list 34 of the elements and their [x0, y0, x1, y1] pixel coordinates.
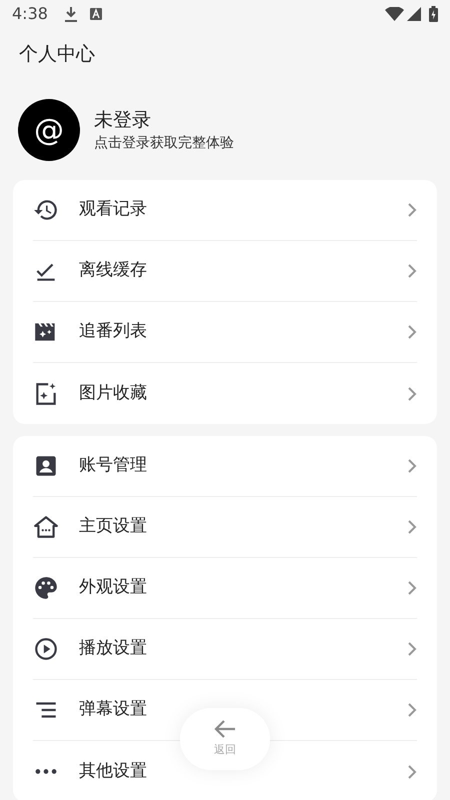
page-title: 个人中心 [19, 42, 95, 67]
notification-icon [90, 8, 102, 20]
wifi-icon [385, 7, 404, 21]
more-icon [35, 769, 57, 774]
back-arrow-icon [214, 719, 236, 740]
signal-icon [407, 7, 421, 21]
login-hint: 点击登录获取完整体验 [94, 134, 234, 153]
menu-label[interactable]: 账号管理 [79, 453, 407, 479]
home-icon [33, 514, 59, 540]
chevron-right-icon [407, 458, 417, 474]
chevron-right-icon [407, 263, 417, 279]
play-circle-icon [33, 636, 59, 662]
menu-label[interactable]: 播放设置 [79, 636, 407, 662]
menu-label[interactable]: 离线缓存 [79, 258, 407, 284]
chevron-right-icon [407, 580, 417, 596]
menu-label[interactable]: 观看记录 [79, 197, 407, 223]
download-icon [64, 6, 78, 22]
status-time: 4:38 [12, 3, 48, 25]
chevron-right-icon [407, 764, 417, 780]
menu-label[interactable]: 图片收藏 [79, 380, 407, 406]
login-status: 未登录 [94, 108, 152, 133]
chevron-right-icon [407, 641, 417, 657]
chevron-right-icon [407, 202, 417, 218]
battery-icon [429, 6, 438, 22]
menu-label[interactable]: 外观设置 [79, 575, 407, 601]
avatar[interactable]: @ [18, 99, 80, 161]
chevron-right-icon [407, 519, 417, 535]
menu-label[interactable]: 主页设置 [79, 514, 407, 540]
profile-row[interactable]: @ 未登录 点击登录获取完整体验 [0, 80, 450, 180]
chevron-right-icon [407, 702, 417, 718]
chevron-right-icon [407, 324, 417, 340]
chevron-right-icon [407, 386, 417, 402]
menu-label[interactable]: 追番列表 [79, 319, 407, 345]
palette-icon [33, 575, 59, 601]
